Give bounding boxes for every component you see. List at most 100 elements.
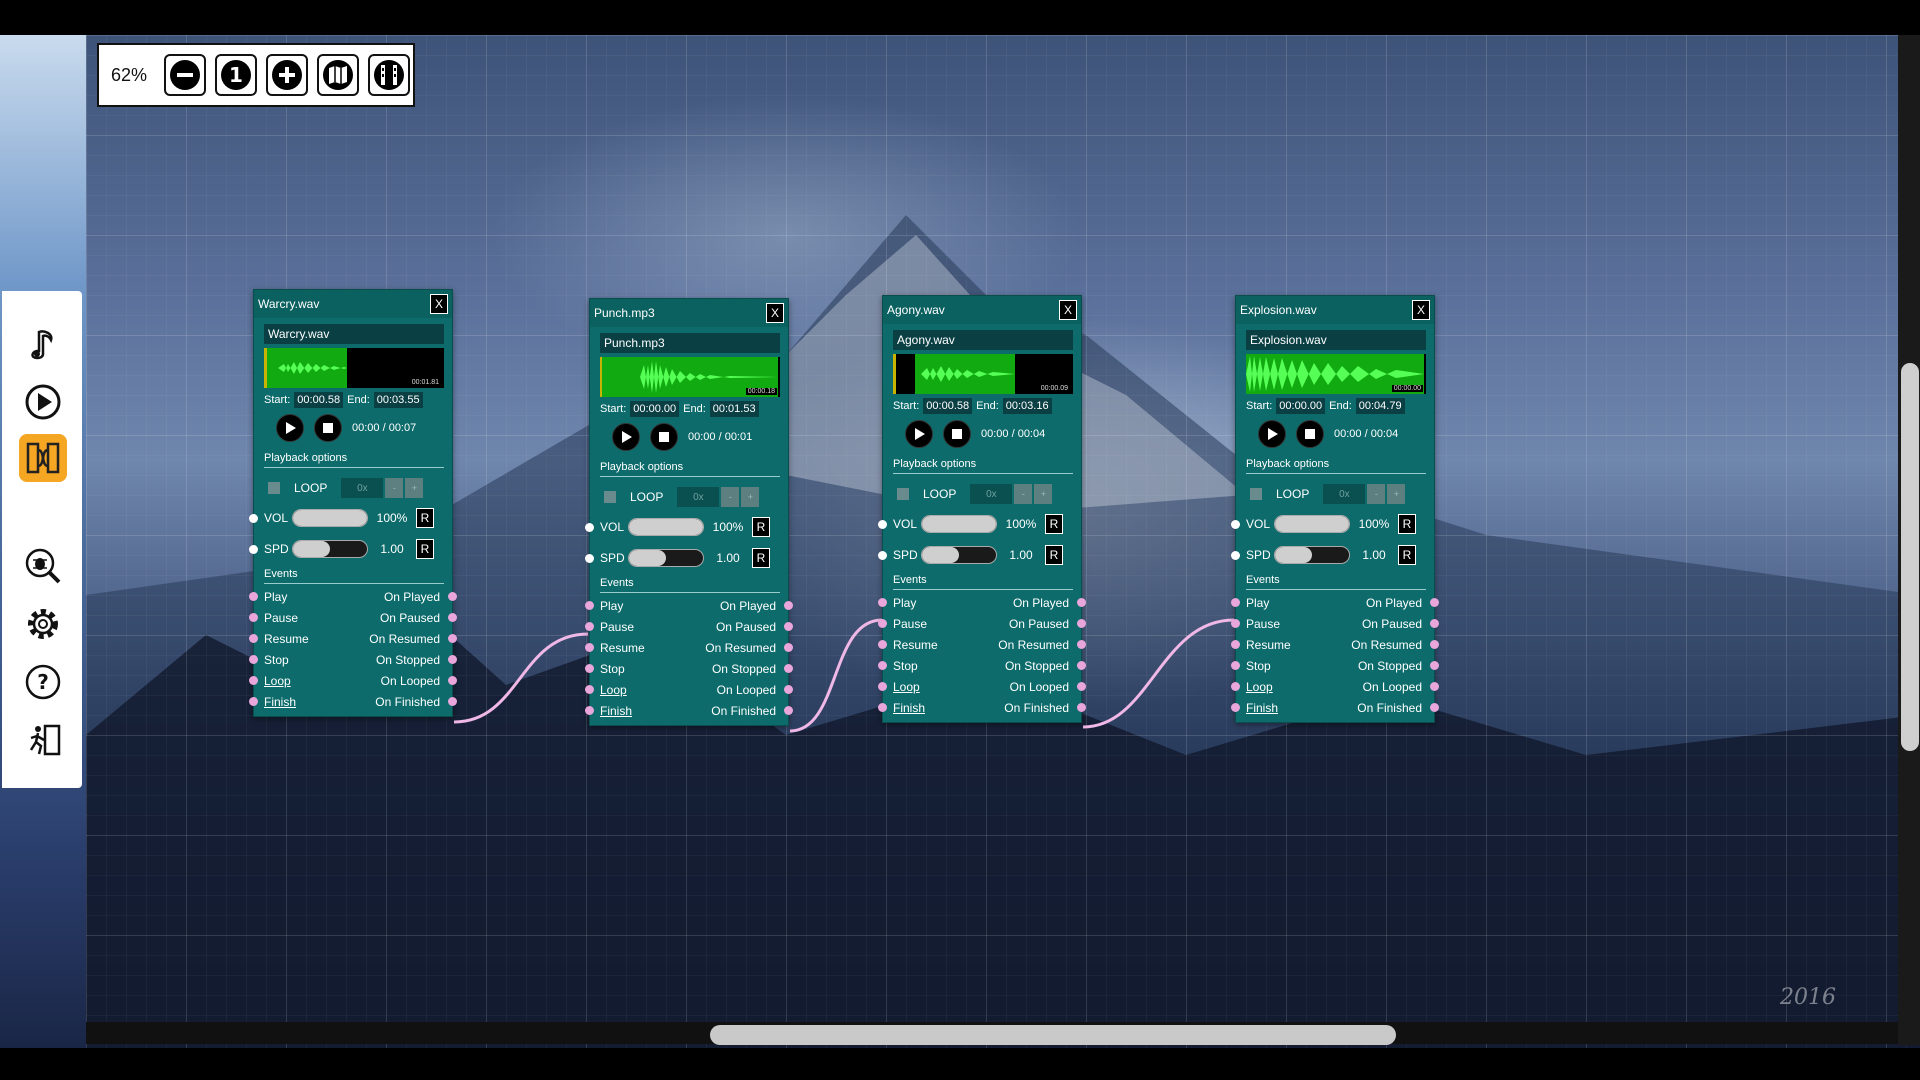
event-input-port[interactable] <box>249 676 258 685</box>
audio-library-button[interactable] <box>19 320 67 368</box>
event-input-port[interactable] <box>585 664 594 673</box>
stop-button[interactable] <box>650 423 678 451</box>
close-button[interactable]: X <box>1412 300 1430 320</box>
event-input-port[interactable] <box>1231 661 1240 670</box>
timeline-button[interactable] <box>368 54 410 96</box>
event-output-port[interactable] <box>784 664 793 673</box>
event-input-port[interactable] <box>249 697 258 706</box>
event-input-port[interactable] <box>1231 598 1240 607</box>
node-header[interactable]: Agony.wav X <box>883 296 1081 324</box>
start-time-field[interactable]: 00:00.58 <box>294 392 344 408</box>
volume-input-port[interactable] <box>249 513 258 523</box>
audio-node-explosion[interactable]: Explosion.wav X Explosion.wav 00:00.00 S… <box>1231 295 1439 723</box>
event-output-port[interactable] <box>1430 640 1439 649</box>
loop-increment-button[interactable]: + <box>405 478 424 498</box>
speed-slider[interactable] <box>292 540 368 558</box>
loop-decrement-button[interactable]: - <box>385 478 404 498</box>
loop-decrement-button[interactable]: - <box>1014 484 1033 504</box>
event-input-port[interactable] <box>585 685 594 694</box>
speed-input-port[interactable] <box>249 544 258 554</box>
event-output-port[interactable] <box>784 643 793 652</box>
audio-node-warcry[interactable]: Warcry.wav X Warcry.wav 00:01.81 Start: … <box>249 289 457 717</box>
waveform[interactable]: 00:00.00 <box>1246 354 1426 394</box>
exit-button[interactable] <box>19 716 67 764</box>
speed-reset-button[interactable]: R <box>1045 545 1063 565</box>
settings-button[interactable] <box>19 600 67 648</box>
event-output-port[interactable] <box>1077 598 1086 607</box>
event-output-port[interactable] <box>1077 619 1086 628</box>
waveform[interactable]: 00:01.81 <box>264 348 444 388</box>
volume-input-port[interactable] <box>878 519 887 529</box>
loop-increment-button[interactable]: + <box>741 487 760 507</box>
loop-checkbox[interactable] <box>268 482 280 494</box>
event-input-port[interactable] <box>878 640 887 649</box>
event-input-port[interactable] <box>249 613 258 622</box>
loop-count-field[interactable]: 0x <box>1323 484 1366 504</box>
speed-reset-button[interactable]: R <box>752 548 770 568</box>
audio-node-punch[interactable]: Punch.mp3 X Punch.mp3 00:00.18 Start: 00… <box>585 298 793 726</box>
start-time-field[interactable]: 00:00.00 <box>1276 398 1326 414</box>
event-input-port[interactable] <box>585 622 594 631</box>
event-output-port[interactable] <box>784 601 793 610</box>
speed-slider[interactable] <box>628 549 704 567</box>
zoom-in-button[interactable] <box>266 54 308 96</box>
event-output-port[interactable] <box>1077 703 1086 712</box>
graph-editor-button[interactable] <box>19 434 67 482</box>
file-name-field[interactable]: Punch.mp3 <box>600 333 780 353</box>
event-output-port[interactable] <box>1430 703 1439 712</box>
loop-increment-button[interactable]: + <box>1034 484 1053 504</box>
event-input-port[interactable] <box>878 619 887 628</box>
vertical-scroll-thumb[interactable] <box>1901 363 1919 751</box>
volume-reset-button[interactable]: R <box>1398 514 1416 534</box>
loop-decrement-button[interactable]: - <box>721 487 740 507</box>
play-button[interactable] <box>19 378 67 426</box>
loop-checkbox[interactable] <box>897 488 909 500</box>
stop-button[interactable] <box>943 420 971 448</box>
event-input-port[interactable] <box>1231 640 1240 649</box>
speed-slider[interactable] <box>921 546 997 564</box>
volume-slider[interactable] <box>1274 515 1350 533</box>
speed-input-port[interactable] <box>585 553 594 563</box>
event-input-port[interactable] <box>878 703 887 712</box>
event-input-port[interactable] <box>249 634 258 643</box>
event-output-port[interactable] <box>1430 619 1439 628</box>
close-button[interactable]: X <box>430 294 448 314</box>
play-button[interactable] <box>905 420 933 448</box>
event-output-port[interactable] <box>448 634 457 643</box>
speed-reset-button[interactable]: R <box>416 539 434 559</box>
volume-reset-button[interactable]: R <box>416 508 434 528</box>
volume-input-port[interactable] <box>1231 519 1240 529</box>
event-input-port[interactable] <box>249 655 258 664</box>
event-input-port[interactable] <box>1231 703 1240 712</box>
debug-button[interactable] <box>19 542 67 590</box>
waveform[interactable]: 00:00.09 <box>893 354 1073 394</box>
play-button[interactable] <box>276 414 304 442</box>
play-button[interactable] <box>612 423 640 451</box>
loop-count-field[interactable]: 0x <box>341 478 384 498</box>
event-output-port[interactable] <box>1077 661 1086 670</box>
volume-slider[interactable] <box>292 509 368 527</box>
end-time-field[interactable]: 00:03.55 <box>373 392 423 408</box>
horizontal-scrollbar[interactable] <box>86 1022 1920 1045</box>
file-name-field[interactable]: Warcry.wav <box>264 324 444 344</box>
end-time-field[interactable]: 00:03.16 <box>1002 398 1052 414</box>
minimap-button[interactable] <box>317 54 359 96</box>
event-output-port[interactable] <box>448 697 457 706</box>
event-input-port[interactable] <box>249 592 258 601</box>
close-button[interactable]: X <box>766 303 784 323</box>
loop-count-field[interactable]: 0x <box>970 484 1013 504</box>
loop-decrement-button[interactable]: - <box>1367 484 1386 504</box>
help-button[interactable]: ? <box>19 658 67 706</box>
node-header[interactable]: Punch.mp3 X <box>590 299 788 327</box>
zoom-reset-button[interactable]: 1 <box>215 54 257 96</box>
file-name-field[interactable]: Agony.wav <box>893 330 1073 350</box>
event-input-port[interactable] <box>585 643 594 652</box>
loop-increment-button[interactable]: + <box>1387 484 1406 504</box>
event-input-port[interactable] <box>585 706 594 715</box>
event-output-port[interactable] <box>1430 661 1439 670</box>
event-output-port[interactable] <box>784 685 793 694</box>
event-output-port[interactable] <box>448 592 457 601</box>
horizontal-scroll-thumb[interactable] <box>710 1025 1396 1045</box>
waveform[interactable]: 00:00.18 <box>600 357 780 397</box>
speed-input-port[interactable] <box>878 550 887 560</box>
